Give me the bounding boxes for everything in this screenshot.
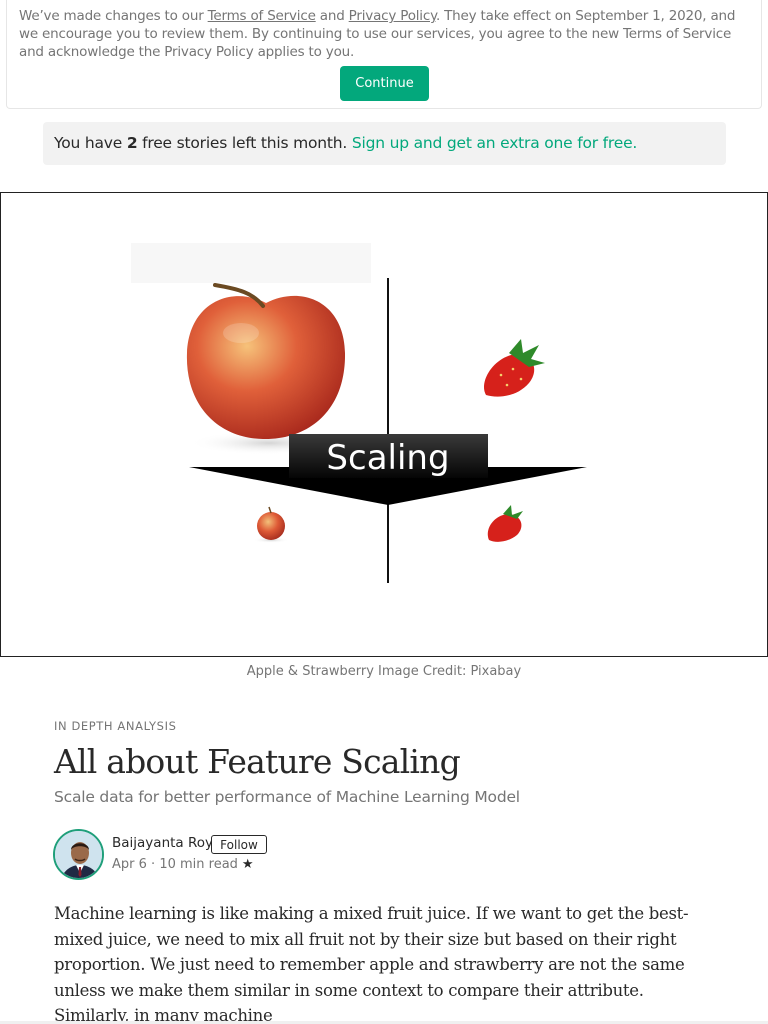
meter-prefix: You have xyxy=(54,134,127,152)
article-subtitle: Scale data for better performance of Mac… xyxy=(54,788,520,806)
article-kicker[interactable]: In Depth Analysis xyxy=(54,719,176,733)
notice-and: and xyxy=(315,8,349,24)
notice-prefix: We’ve made changes to our xyxy=(19,8,208,24)
author-name[interactable]: Baijayanta Roy xyxy=(112,835,213,851)
large-strawberry-icon xyxy=(483,339,545,397)
avatar-portrait-icon xyxy=(55,831,102,878)
photo-backdrop xyxy=(131,243,371,283)
hero-image: Scaling xyxy=(0,192,768,657)
scaling-illustration: Scaling xyxy=(131,243,587,583)
follow-button[interactable]: Follow xyxy=(211,835,267,854)
privacy-policy-link[interactable]: Privacy Policy xyxy=(349,8,436,24)
author-avatar[interactable] xyxy=(53,829,104,880)
meta-separator: · xyxy=(146,857,160,872)
publish-date[interactable]: Apr 6 xyxy=(112,857,147,872)
continue-button[interactable]: Continue xyxy=(340,66,429,101)
meter-middle: free stories left this month. xyxy=(137,134,352,152)
article-body-paragraph: Machine learning is like making a mixed … xyxy=(54,904,689,1024)
article-title: All about Feature Scaling xyxy=(54,742,461,781)
scaling-label: Scaling xyxy=(326,438,449,478)
stories-left-count: 2 xyxy=(126,134,138,152)
free-stories-meter: You have 2 free stories left this month.… xyxy=(43,122,726,165)
small-apple-icon xyxy=(253,506,289,543)
member-star-icon: ★ xyxy=(241,857,254,872)
terms-of-service-link[interactable]: Terms of Service xyxy=(208,8,316,24)
sign-up-link[interactable]: Sign up and get an extra one for free. xyxy=(352,134,637,152)
article-meta: Apr 6 · 10 min read ★ xyxy=(112,857,254,872)
large-apple-icon xyxy=(186,283,349,455)
small-strawberry-icon xyxy=(487,505,523,542)
terms-notice-banner: We’ve made changes to our Terms of Servi… xyxy=(6,0,762,109)
terms-notice-text: We’ve made changes to our Terms of Servi… xyxy=(19,7,739,61)
image-caption: Apple & Strawberry Image Credit: Pixabay xyxy=(246,664,522,679)
read-time: 10 min read xyxy=(159,857,238,872)
